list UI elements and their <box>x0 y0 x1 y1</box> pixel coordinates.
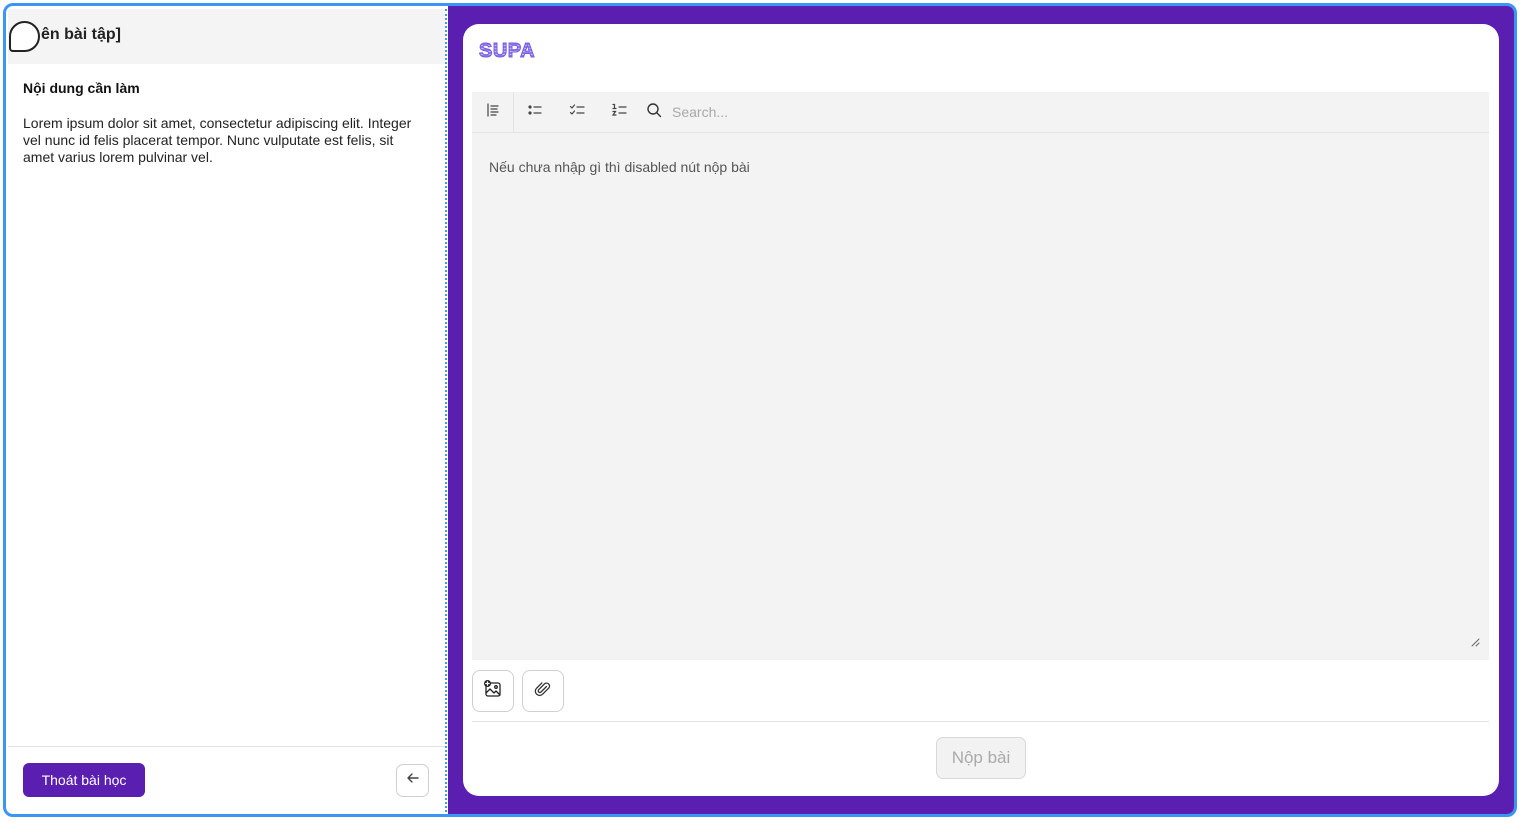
bullet-list-icon <box>527 102 543 123</box>
numbered-list-icon <box>611 102 627 123</box>
checklist-button[interactable] <box>556 92 598 133</box>
exit-lesson-button[interactable]: Thoát bài học <box>23 763 145 797</box>
arrow-left-icon <box>405 770 421 791</box>
paperclip-icon <box>534 680 552 703</box>
add-image-button[interactable] <box>472 670 514 712</box>
supa-logo: SUPA <box>478 40 536 63</box>
attach-file-button[interactable] <box>522 670 564 712</box>
lesson-footer: Thoát bài học <box>8 746 445 812</box>
align-left-icon <box>485 102 501 123</box>
resize-handle-icon[interactable] <box>1470 634 1480 652</box>
numbered-list-button[interactable] <box>598 92 640 133</box>
app-frame: ên bài tập] Nội dung cần làm Lorem ipsum… <box>3 3 1517 817</box>
lesson-panel: ên bài tập] Nội dung cần làm Lorem ipsum… <box>8 9 447 812</box>
collapse-button[interactable] <box>396 764 429 797</box>
editor-content[interactable]: Nếu chưa nhập gì thì disabled nút nộp bà… <box>489 159 750 175</box>
answer-editor[interactable]: Nếu chưa nhập gì thì disabled nút nộp bà… <box>472 91 1489 660</box>
add-image-icon <box>483 679 503 704</box>
align-left-button[interactable] <box>472 91 514 133</box>
bullet-list-button[interactable] <box>514 92 556 133</box>
submission-panel: SUPA Search... Nếu chưa nhập gì thì disa… <box>448 6 1514 814</box>
submission-card: SUPA Search... Nếu chưa nhập gì thì disa… <box>463 24 1499 796</box>
toolbar-search <box>646 102 872 123</box>
submit-button[interactable]: Nộp bài <box>936 737 1026 779</box>
content-heading: Nội dung cần làm <box>23 80 140 96</box>
editor-toolbar <box>472 91 1489 133</box>
search-input[interactable] <box>672 104 872 120</box>
lesson-header: ên bài tập] <box>8 9 445 64</box>
divider <box>472 721 1489 722</box>
search-icon <box>646 102 662 123</box>
content-body: Lorem ipsum dolor sit amet, consectetur … <box>23 115 412 165</box>
lesson-title: ên bài tập] <box>41 26 122 43</box>
checklist-icon <box>569 102 585 123</box>
avatar <box>9 21 40 52</box>
